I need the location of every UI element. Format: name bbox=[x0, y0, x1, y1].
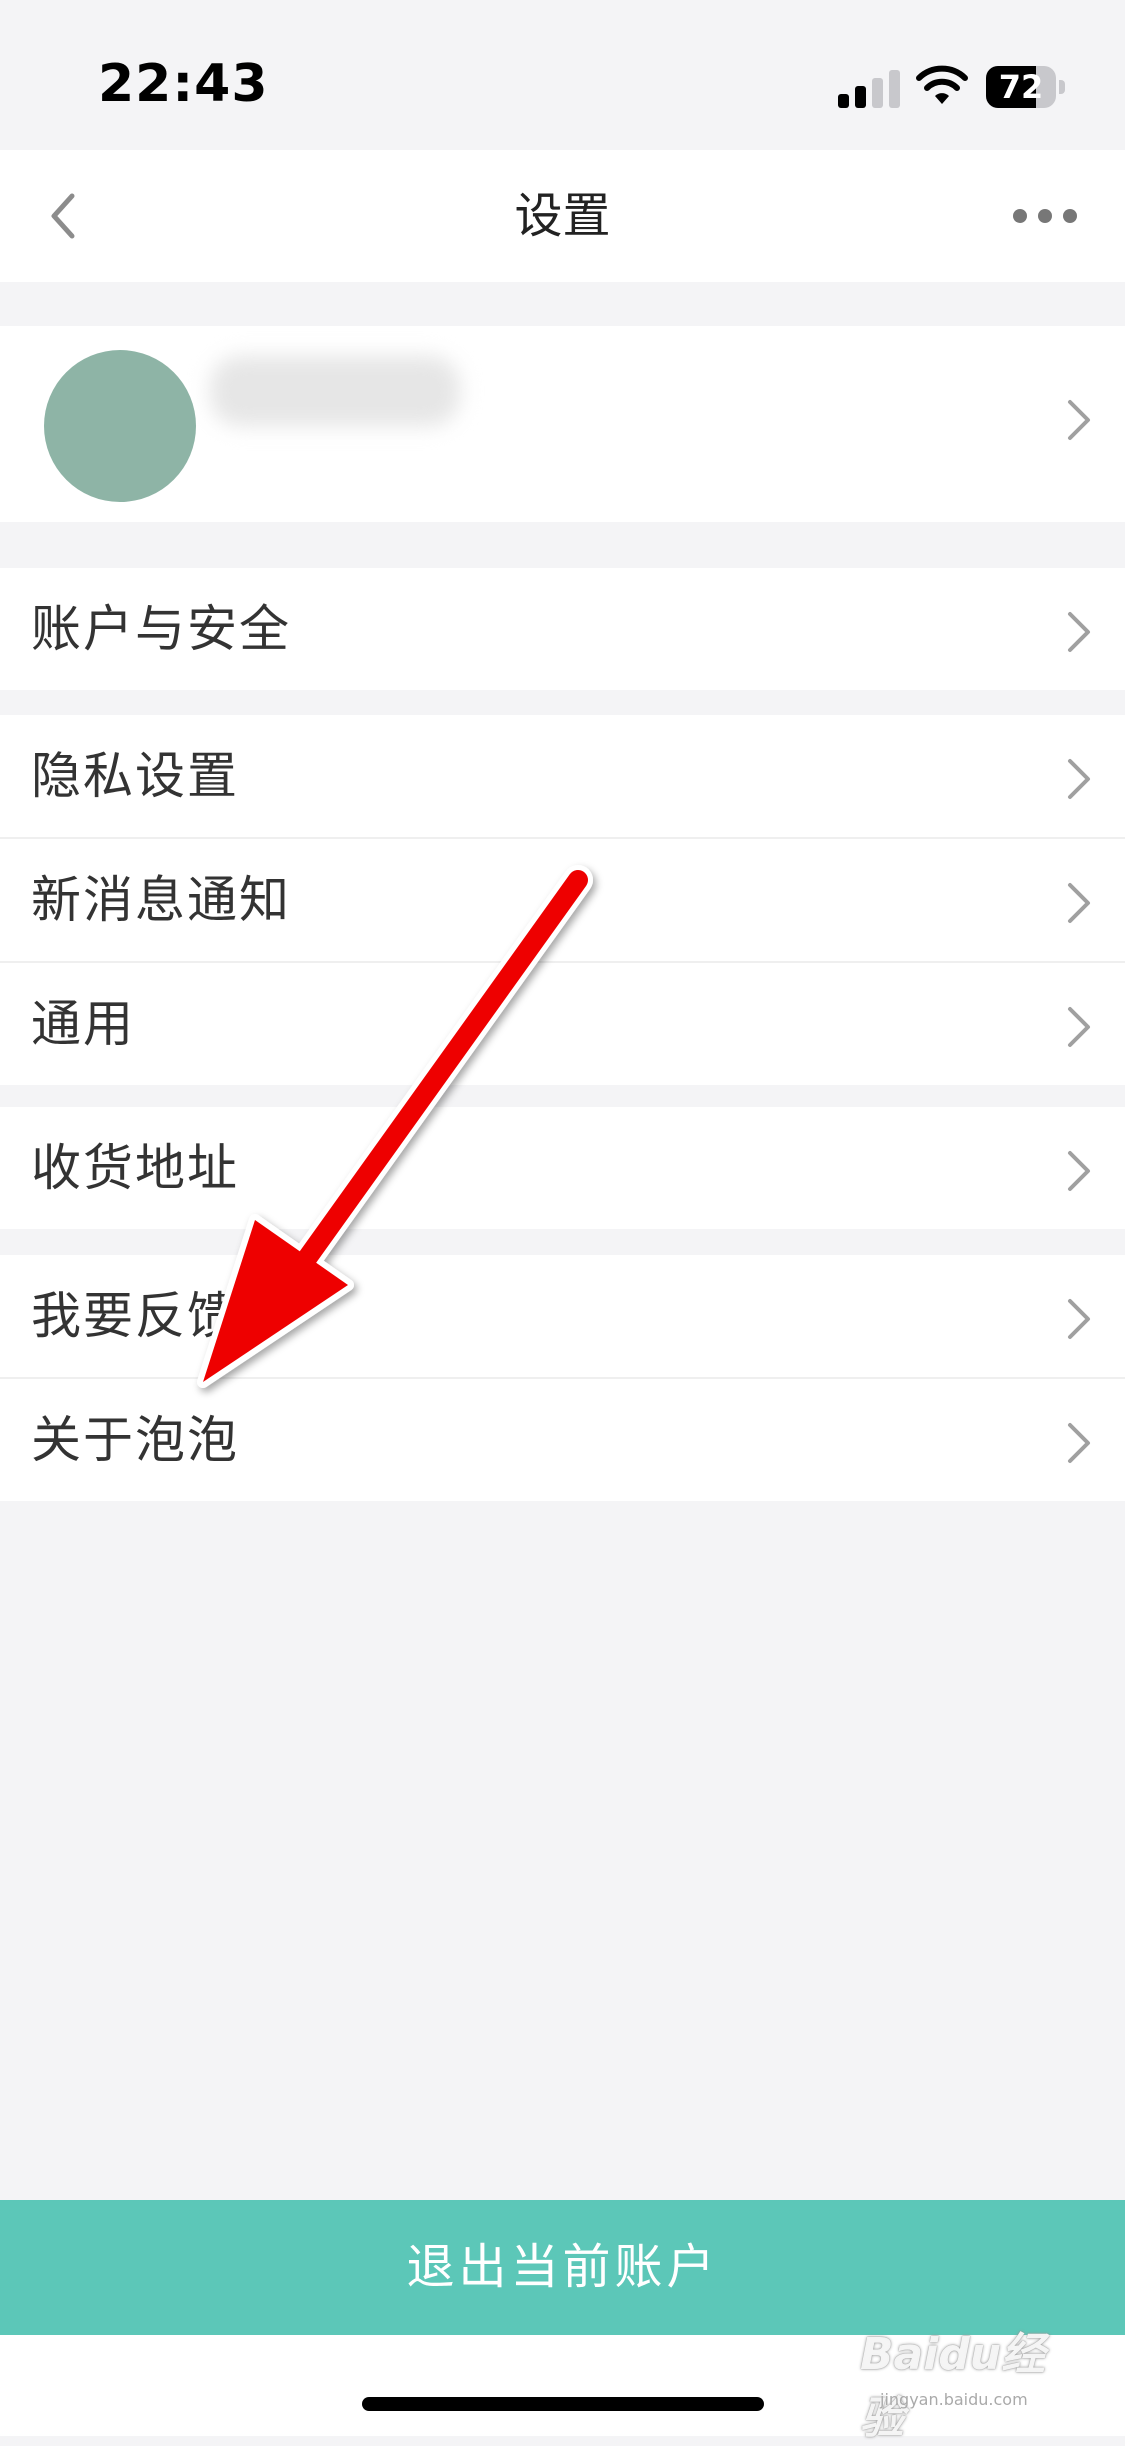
chevron-right-icon bbox=[1068, 883, 1090, 923]
status-time: 22:43 bbox=[98, 54, 269, 114]
nav-bar: 设置 bbox=[0, 150, 1125, 282]
profile-card[interactable] bbox=[0, 326, 1125, 522]
baidu-watermark: Baidu经验 bbox=[860, 2329, 1046, 2444]
chevron-right-icon bbox=[1068, 1151, 1090, 1191]
menu-item-notifications[interactable]: 新消息通知 bbox=[0, 837, 1125, 961]
menu-item-shipping-address[interactable]: 收货地址 bbox=[0, 1107, 1125, 1229]
logout-label: 退出当前账户 bbox=[406, 2239, 719, 2295]
menu-item-privacy[interactable]: 隐私设置 bbox=[0, 715, 1125, 837]
menu-item-label: 通用 bbox=[31, 995, 135, 1053]
more-options-icon[interactable] bbox=[1012, 206, 1078, 226]
chevron-right-icon bbox=[1068, 1299, 1090, 1339]
battery-percent: 72 bbox=[998, 68, 1044, 106]
menu-group-address: 收货地址 bbox=[0, 1107, 1125, 1229]
menu-item-label: 新消息通知 bbox=[31, 871, 291, 929]
chevron-right-icon bbox=[1068, 1423, 1090, 1463]
chevron-right-icon bbox=[1068, 400, 1090, 440]
wifi-icon bbox=[916, 65, 968, 104]
menu-item-label: 我要反馈 bbox=[31, 1287, 239, 1345]
menu-group-about: 我要反馈 关于泡泡 bbox=[0, 1255, 1125, 1501]
watermark-url: jingyan.baidu.com bbox=[880, 2390, 1028, 2409]
menu-item-label: 收货地址 bbox=[31, 1139, 239, 1197]
cellular-signal-icon bbox=[838, 68, 900, 108]
menu-group-settings: 隐私设置 新消息通知 通用 bbox=[0, 715, 1125, 1085]
back-chevron-icon[interactable] bbox=[44, 188, 80, 244]
menu-item-account-security[interactable]: 账户与安全 bbox=[0, 568, 1125, 690]
menu-item-label: 账户与安全 bbox=[31, 600, 291, 658]
avatar[interactable] bbox=[44, 350, 196, 502]
chevron-right-icon bbox=[1068, 612, 1090, 652]
battery-icon: 72 bbox=[986, 66, 1066, 108]
chevron-right-icon bbox=[1068, 759, 1090, 799]
menu-group-account: 账户与安全 bbox=[0, 568, 1125, 690]
status-bar: 22:43 72 bbox=[0, 0, 1125, 150]
menu-item-label: 关于泡泡 bbox=[31, 1411, 239, 1469]
chevron-right-icon bbox=[1068, 1007, 1090, 1047]
menu-item-general[interactable]: 通用 bbox=[0, 961, 1125, 1085]
menu-item-about[interactable]: 关于泡泡 bbox=[0, 1377, 1125, 1501]
logout-button[interactable]: 退出当前账户 bbox=[0, 2200, 1125, 2335]
menu-item-feedback[interactable]: 我要反馈 bbox=[0, 1255, 1125, 1377]
home-indicator[interactable] bbox=[362, 2397, 764, 2411]
page-title: 设置 bbox=[514, 188, 611, 244]
menu-item-label: 隐私设置 bbox=[31, 747, 239, 805]
username-blurred bbox=[210, 356, 460, 426]
